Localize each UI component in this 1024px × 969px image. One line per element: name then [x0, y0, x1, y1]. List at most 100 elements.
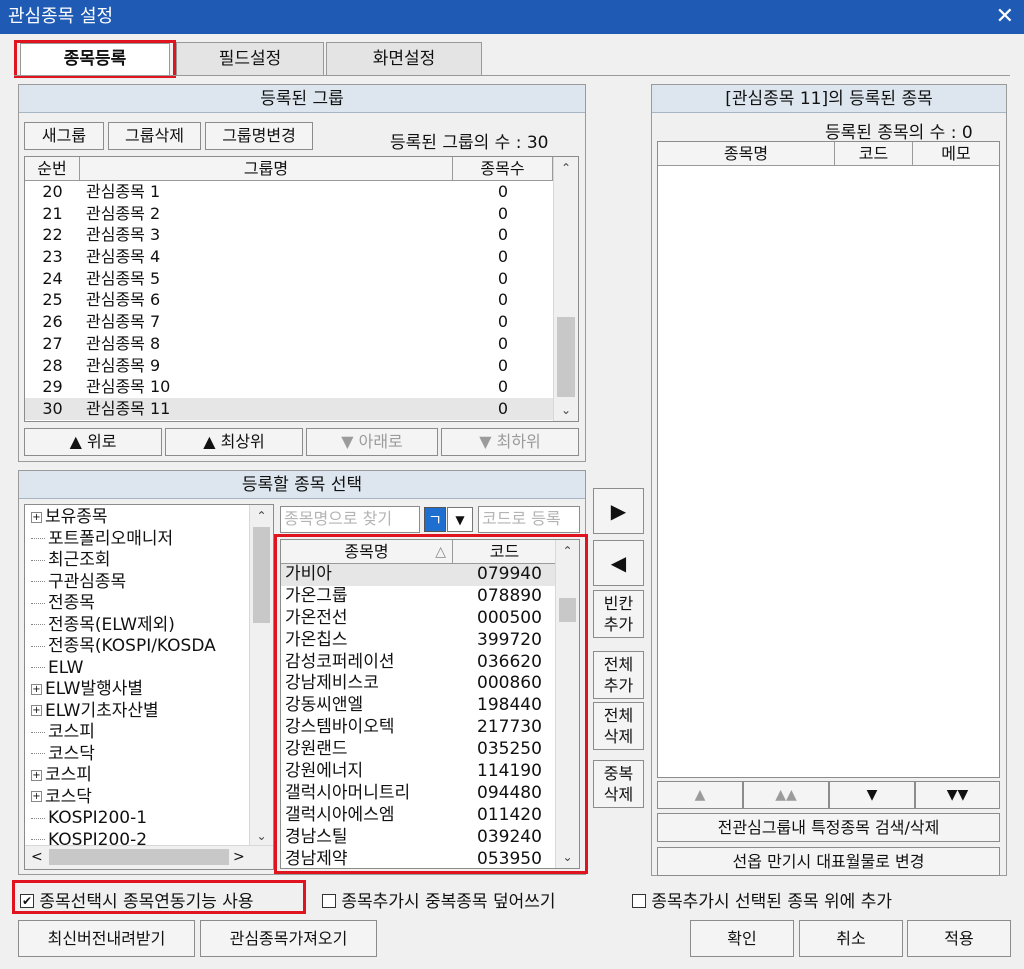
close-icon[interactable]: ✕ [996, 0, 1014, 34]
col-count[interactable]: 종목수 [453, 157, 553, 180]
add-arrow-button[interactable]: ▶ [593, 488, 644, 534]
insert-above-option[interactable]: 종목추가시 선택된 종목 위에 추가 [632, 887, 892, 912]
expand-icon[interactable]: + [31, 705, 42, 716]
list-item[interactable]: 경남제약 053950 [281, 849, 557, 868]
expand-icon[interactable]: + [31, 791, 42, 802]
category-tree[interactable]: + 보유종목 포트폴리오매니저 최근조회 구관심종목 전종목 전종목(ELW제외) 전종목(K… [24, 504, 274, 870]
list-item[interactable]: 가온전선 000500 [281, 608, 557, 630]
expand-icon[interactable]: + [31, 683, 42, 695]
tree-item[interactable]: 코스피 [31, 722, 249, 744]
tree-item[interactable]: KOSPI200-1 [31, 808, 249, 830]
reg-up-button[interactable]: ▲ [657, 781, 743, 809]
tree-hscroll[interactable]: < > [25, 845, 273, 869]
tree-item[interactable]: 전종목 [31, 593, 249, 615]
col-reg-memo[interactable]: 메모 [913, 142, 999, 165]
table-row[interactable]: 25 관심종목 6 0 [25, 289, 553, 311]
name-search-input[interactable]: 종목명으로 찾기 [280, 506, 420, 533]
expand-icon[interactable]: + [31, 769, 42, 781]
code-search-input[interactable]: 코드로 등록 [478, 506, 580, 533]
tab-screen-settings[interactable]: 화면설정 [326, 42, 482, 76]
list-item[interactable]: 갤럭시아에스엠 011420 [281, 805, 557, 827]
list-item[interactable]: 가온칩스 399720 [281, 630, 557, 652]
reg-bottom-button[interactable]: ▼▼ [915, 781, 1000, 809]
table-row[interactable]: 27 관심종목 8 0 [25, 333, 553, 355]
list-item[interactable]: 강동씨앤엘 198440 [281, 695, 557, 717]
col-stock-name[interactable]: 종목명 △ [281, 540, 453, 563]
stock-list[interactable]: 종목명 △ 코드 가비아 079940 가온그룹 078890 가온전선 000500 가온칩… [280, 539, 580, 869]
table-row[interactable]: 21 관심종목 2 0 [25, 203, 553, 225]
table-row[interactable]: 24 관심종목 5 0 [25, 268, 553, 290]
list-item[interactable]: 강원랜드 035250 [281, 739, 557, 761]
col-code[interactable]: 코드 [453, 540, 557, 563]
link-checkbox[interactable]: ✔ [20, 894, 34, 908]
tree-item[interactable]: 전종목(ELW제외) [31, 615, 249, 637]
groups-scrollbar[interactable]: ⌃ ⌄ [553, 157, 578, 421]
move-down-button[interactable]: ▼ 아래로 [306, 428, 438, 456]
link-option[interactable]: ✔ 종목선택시 종목연동기능 사용 [20, 887, 254, 912]
groups-table[interactable]: 순번 그룹명 종목수 20 관심종목 1 0 21 관심종목 2 0 22 관심종목 3 0 23… [24, 156, 579, 422]
col-reg-name[interactable]: 종목명 [658, 142, 835, 165]
list-item[interactable]: 강남제비스코 000860 [281, 673, 557, 695]
delete-group-button[interactable]: 그룹삭제 [108, 122, 201, 150]
cancel-button[interactable]: 취소 [799, 920, 903, 957]
import-watchlist-button[interactable]: 관심종목가져오기 [200, 920, 377, 957]
apply-button[interactable]: 적용 [907, 920, 1011, 957]
tree-item[interactable]: + ELW기초자산별 [31, 701, 249, 723]
new-group-button[interactable]: 새그룹 [24, 122, 104, 150]
list-item[interactable]: 경남스틸 039240 [281, 827, 557, 849]
table-row[interactable]: 20 관심종목 1 0 [25, 181, 553, 203]
stock-scrollbar[interactable]: ⌃ ⌄ [555, 540, 579, 868]
blank-add-button[interactable]: 빈칸 추가 [593, 590, 644, 638]
tree-item[interactable]: 구관심종목 [31, 572, 249, 594]
col-reg-code[interactable]: 코드 [835, 142, 913, 165]
expand-icon[interactable]: + [31, 511, 42, 523]
tree-item[interactable]: ELW [31, 658, 249, 680]
tab-field-settings[interactable]: 필드설정 [176, 42, 324, 76]
col-group-name[interactable]: 그룹명 [80, 157, 453, 180]
remove-arrow-button[interactable]: ◀ [593, 540, 644, 586]
insert-above-checkbox[interactable] [632, 894, 646, 908]
move-top-button[interactable]: ▲ 최상위 [165, 428, 303, 456]
list-item[interactable]: 감성코퍼레이션 036620 [281, 652, 557, 674]
rename-group-button[interactable]: 그룹명변경 [205, 122, 313, 150]
table-row[interactable]: 23 관심종목 4 0 [25, 246, 553, 268]
tree-item[interactable]: + 보유종목 [31, 507, 249, 529]
registered-stocks-table[interactable]: 종목명 코드 메모 [657, 141, 1000, 778]
reg-down-button[interactable]: ▼ [829, 781, 915, 809]
table-row[interactable]: 26 관심종목 7 0 [25, 311, 553, 333]
list-item[interactable]: 가비아 079940 [281, 564, 557, 586]
tree-vscroll[interactable]: ⌃ ⌄ [249, 505, 273, 845]
delete-all-button[interactable]: 전체 삭제 [593, 702, 644, 750]
tree-item[interactable]: + 코스피 [31, 765, 249, 787]
tab-stock-register[interactable]: 종목등록 [20, 43, 170, 75]
tree-item[interactable]: 코스닥 [31, 744, 249, 766]
chevron-down-icon[interactable]: ▼ [447, 507, 473, 532]
reg-top-button[interactable]: ▲▲ [743, 781, 829, 809]
scroll-thumb[interactable] [557, 317, 575, 397]
overwrite-checkbox[interactable] [322, 894, 336, 908]
futures-change-button[interactable]: 선옵 만기시 대표월물로 변경 [657, 847, 1000, 876]
ok-button[interactable]: 확인 [690, 920, 794, 957]
table-row[interactable]: 22 관심종목 3 0 [25, 224, 553, 246]
overwrite-option[interactable]: 종목추가시 중복종목 덮어쓰기 [322, 887, 556, 912]
list-item[interactable]: 강원에너지 114190 [281, 761, 557, 783]
move-up-button[interactable]: ▲ 위로 [24, 428, 162, 456]
add-all-button[interactable]: 전체 추가 [593, 651, 644, 699]
tree-item[interactable]: 전종목(KOSPI/KOSDA [31, 636, 249, 658]
scroll-down-icon[interactable]: ⌄ [554, 403, 578, 417]
search-delete-button[interactable]: 전관심그룹내 특정종목 검색/삭제 [657, 813, 1000, 842]
table-row[interactable]: 28 관심종목 9 0 [25, 355, 553, 377]
tree-item[interactable]: + 코스닥 [31, 787, 249, 809]
tree-item[interactable]: 최근조회 [31, 550, 249, 572]
table-row[interactable]: 30 관심종목 11 0 [25, 397, 553, 420]
tree-item[interactable]: + ELW발행사별 [31, 679, 249, 701]
table-row[interactable]: 29 관심종목 10 0 [25, 376, 553, 398]
list-item[interactable]: 가온그룹 078890 [281, 586, 557, 608]
scroll-up-icon[interactable]: ⌃ [554, 161, 578, 175]
move-bottom-button[interactable]: ▼ 최하위 [441, 428, 579, 456]
consonant-filter[interactable]: ㄱ [424, 507, 446, 532]
download-latest-button[interactable]: 최신버전내려받기 [18, 920, 195, 957]
delete-duplicates-button[interactable]: 중복 삭제 [593, 760, 644, 808]
col-index[interactable]: 순번 [25, 157, 80, 180]
list-item[interactable]: 갤럭시아머니트리 094480 [281, 783, 557, 805]
